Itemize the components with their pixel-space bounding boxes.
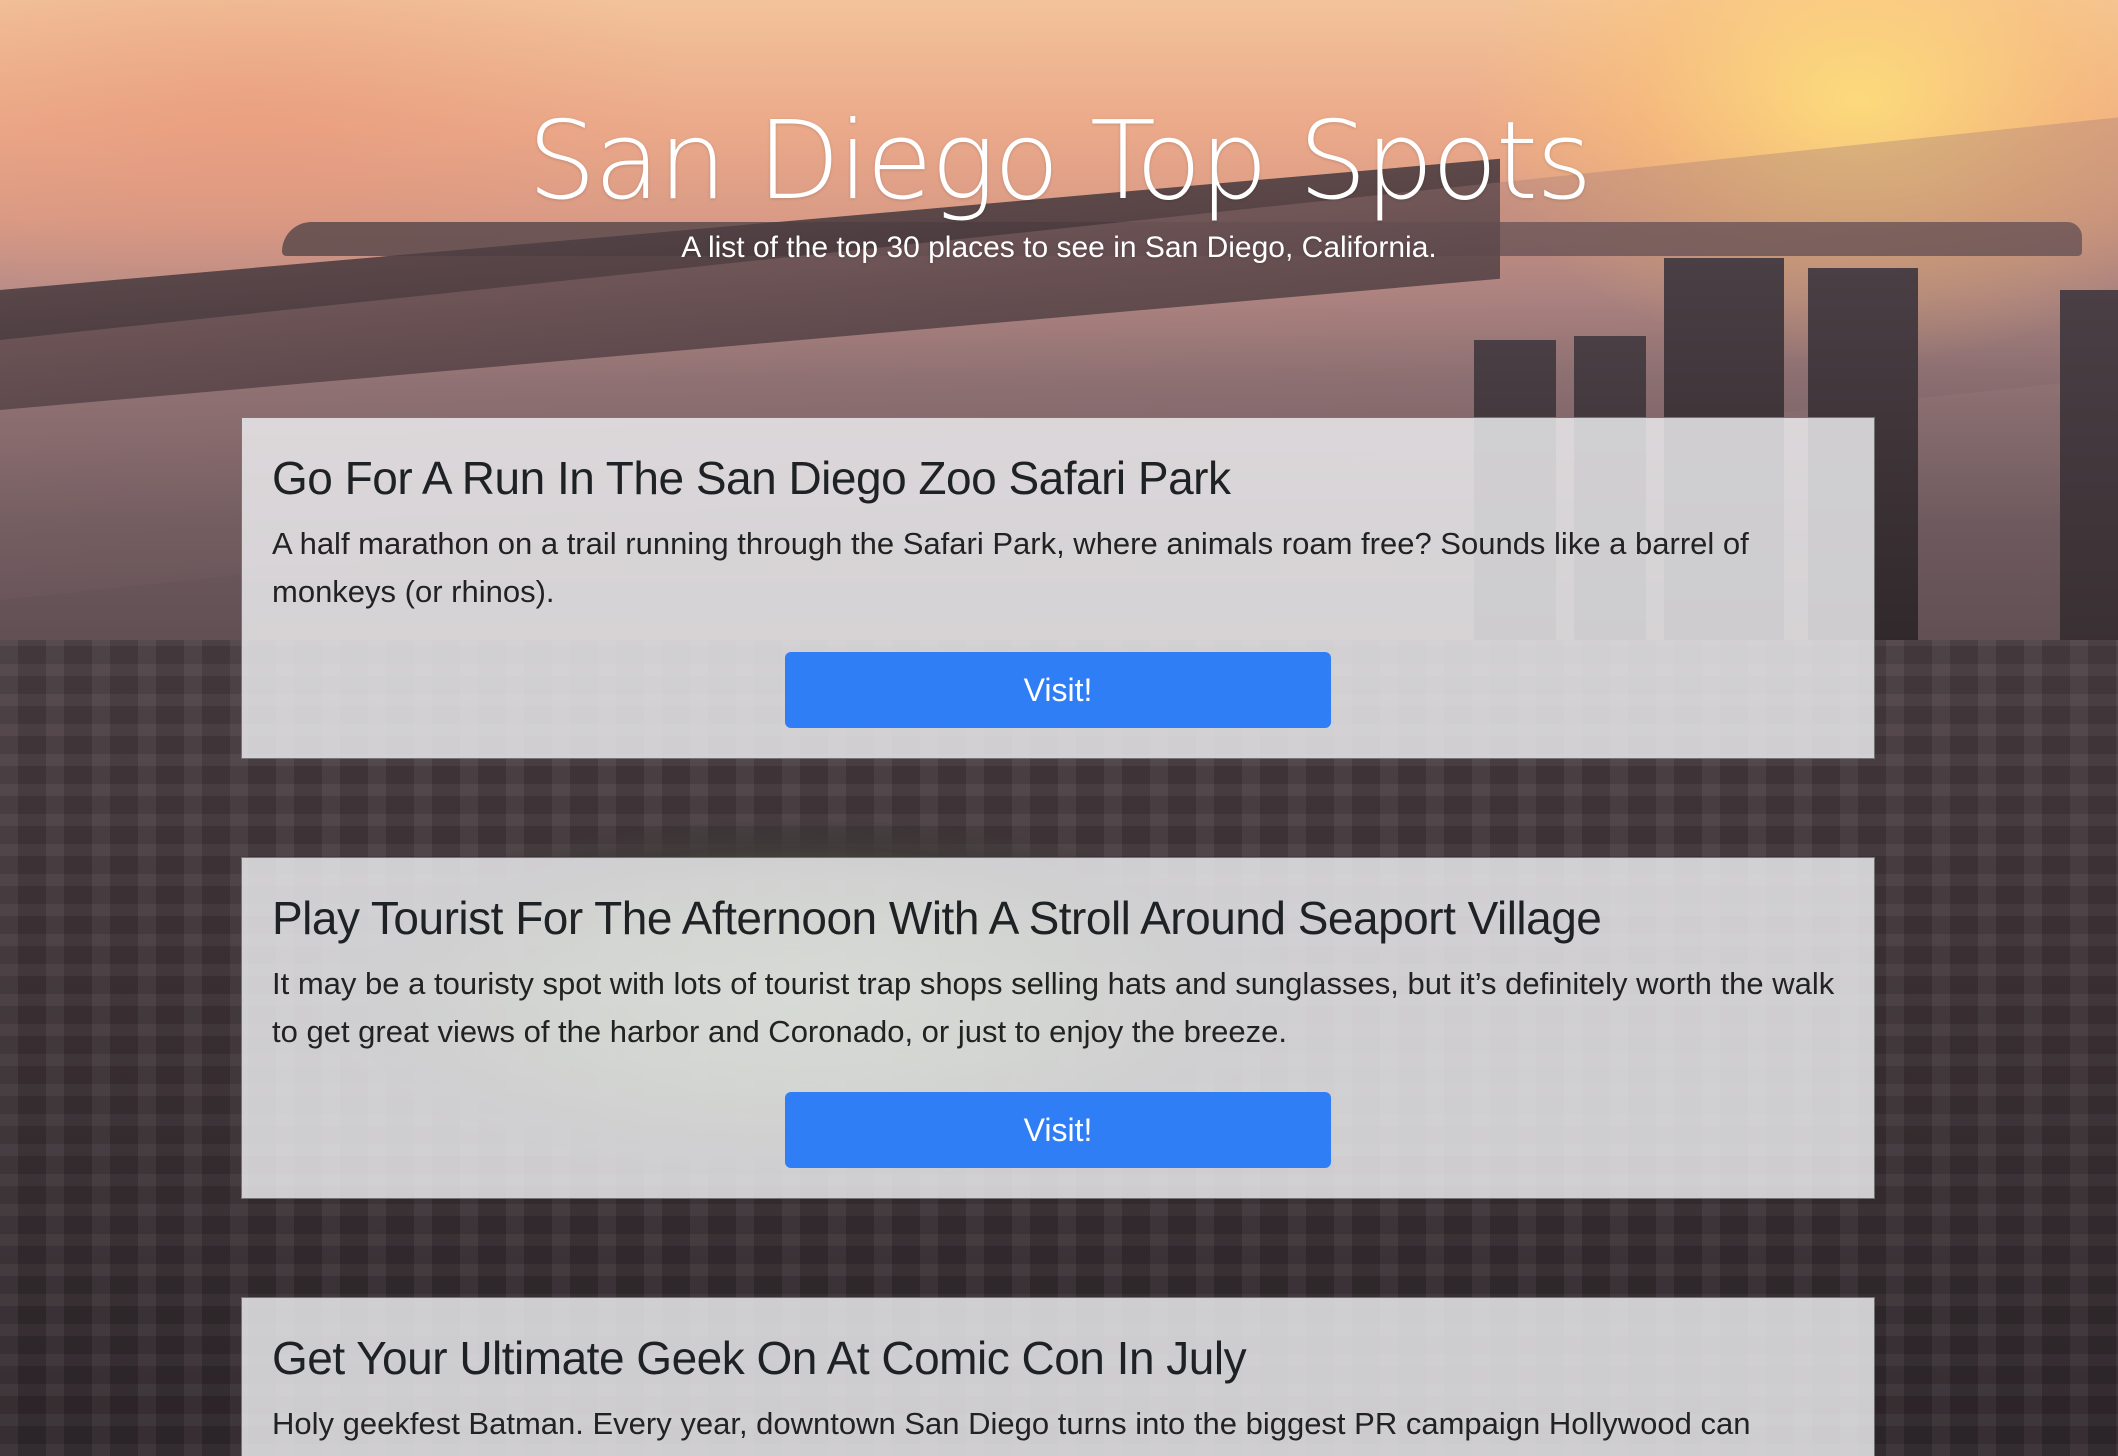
spot-description: Holy geekfest Batman. Every year, downto… (272, 1406, 1751, 1441)
spot-card: Go For A Run In The San Diego Zoo Safari… (241, 417, 1875, 759)
spot-card: Get Your Ultimate Geek On At Comic Con I… (241, 1297, 1875, 1456)
spot-card: Play Tourist For The Afternoon With A St… (241, 857, 1875, 1199)
page-title: San Diego Top Spots (527, 99, 1593, 224)
page-subtitle: A list of the top 30 places to see in Sa… (681, 231, 1437, 264)
spot-description: It may be a touristy spot with lots of t… (272, 966, 1835, 1049)
spot-title: Play Tourist For The Afternoon With A St… (272, 892, 1602, 944)
spot-title: Go For A Run In The San Diego Zoo Safari… (272, 452, 1231, 504)
spot-title: Get Your Ultimate Geek On At Comic Con I… (272, 1332, 1247, 1384)
visit-button[interactable]: Visit! (785, 1092, 1331, 1168)
page: San Diego Top Spots A list of the top 30… (0, 0, 2118, 1456)
page-header: San Diego Top Spots A list of the top 30… (0, 100, 2118, 268)
visit-button[interactable]: Visit! (785, 652, 1331, 728)
spot-description: A half marathon on a trail running throu… (272, 526, 1749, 609)
